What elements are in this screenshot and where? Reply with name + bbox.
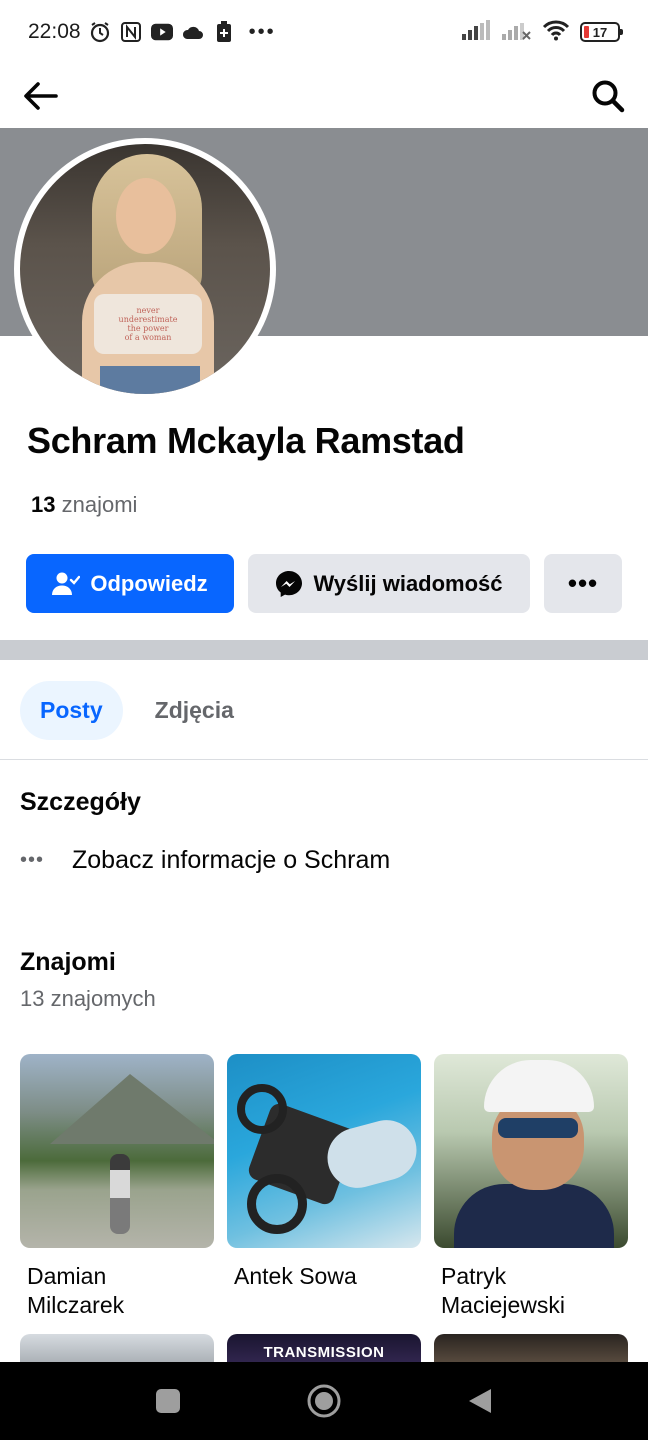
friend-card[interactable]: Damian Milczarek <box>20 1054 214 1320</box>
alarm-icon <box>89 21 111 43</box>
battery-icon: 17 <box>580 22 623 42</box>
friend-count-number: 13 <box>31 492 56 517</box>
send-message-label: Wyślij wiadomość <box>313 570 503 596</box>
friend-count[interactable]: 13 znajomi <box>31 492 137 518</box>
tab-photos[interactable]: Zdjęcia <box>135 681 254 740</box>
reply-label: Odpowiedz <box>90 570 208 596</box>
triangle-back-icon <box>469 1389 491 1413</box>
friend-count-label: znajomi <box>61 492 138 517</box>
circle-icon <box>307 1384 341 1418</box>
status-icons-left <box>89 21 235 43</box>
details-title: Szczegóły <box>20 788 141 816</box>
back-button[interactable] <box>20 76 60 116</box>
recents-button[interactable] <box>138 1371 198 1431</box>
battery-level: 17 <box>592 24 608 40</box>
friends-title: Znajomi <box>20 948 116 976</box>
tabs-divider <box>0 759 648 760</box>
square-icon <box>156 1389 180 1413</box>
avatar: never underestimate the power of a woman <box>20 144 270 394</box>
friend-name: Antek Sowa <box>234 1263 357 1289</box>
more-notifications-icon: ••• <box>248 20 276 43</box>
youtube-icon <box>150 21 173 43</box>
more-dots-icon: ••• <box>20 849 45 871</box>
friend-name: Patryk Maciejewski <box>441 1263 565 1318</box>
signal-no-service-icon <box>502 20 532 45</box>
friends-subtitle: 13 znajomych <box>20 986 156 1011</box>
friend-name: Damian Milczarek <box>27 1263 125 1318</box>
friend-photo <box>20 1054 214 1248</box>
nfc-icon <box>120 21 142 43</box>
home-button[interactable] <box>294 1371 354 1431</box>
person-check-icon <box>52 572 81 595</box>
system-nav-bar <box>0 1362 648 1440</box>
search-button[interactable] <box>588 76 628 116</box>
profile-actions: Odpowiedz Wyślij wiadomość ••• <box>26 554 622 613</box>
profile-tabs: Posty Zdjęcia <box>20 681 254 740</box>
profile-name: Schram Mckayla Ramstad <box>27 420 465 461</box>
back-nav-button[interactable] <box>450 1371 510 1431</box>
profile-picture[interactable]: never underestimate the power of a woman <box>14 138 276 400</box>
more-options-button[interactable]: ••• <box>544 554 622 613</box>
arrow-left-icon <box>24 82 58 110</box>
see-about-info-label: Zobacz informacje o Schram <box>72 846 391 874</box>
status-time: 22:08 <box>28 20 81 43</box>
friend-card[interactable]: Antek Sowa <box>227 1054 421 1291</box>
reply-friend-request-button[interactable]: Odpowiedz <box>26 554 234 613</box>
app-bar <box>0 64 648 128</box>
send-message-button[interactable]: Wyślij wiadomość <box>248 554 530 613</box>
friend-photo <box>434 1054 628 1248</box>
cloud-icon <box>182 21 204 43</box>
tab-posts[interactable]: Posty <box>20 681 123 740</box>
battery-saver-icon <box>213 21 235 43</box>
friend-card[interactable]: Patryk Maciejewski <box>434 1054 628 1320</box>
status-bar: 22:08 ••• 17 <box>0 0 648 64</box>
see-about-info-row[interactable]: ••• Zobacz informacje o Schram <box>20 846 390 875</box>
shirt-print: never underestimate the power of a woman <box>94 294 202 354</box>
messenger-icon <box>276 570 303 597</box>
status-icons-right: 17 <box>462 19 623 46</box>
friend-photo <box>227 1054 421 1248</box>
section-divider <box>0 640 648 660</box>
signal-icon <box>462 19 492 45</box>
search-icon <box>592 80 625 113</box>
more-icon: ••• <box>567 568 599 598</box>
wifi-icon <box>542 19 570 46</box>
